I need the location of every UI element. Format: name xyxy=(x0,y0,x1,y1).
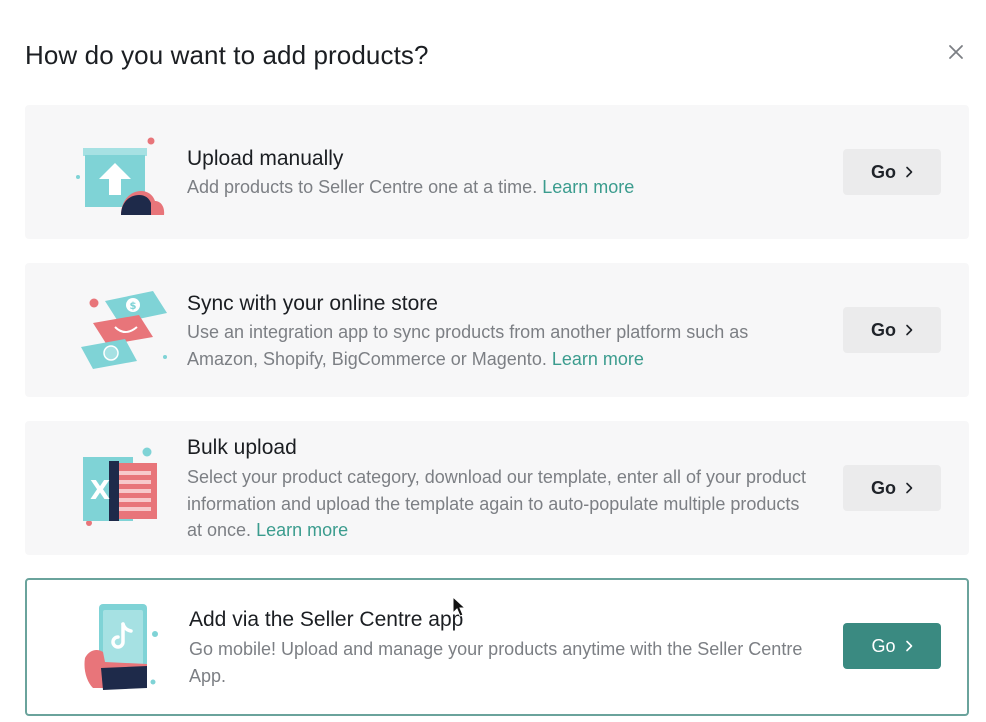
option-description: Use an integration app to sync products … xyxy=(187,319,807,372)
description-text: Use an integration app to sync products … xyxy=(187,322,749,369)
dialog-title: How do you want to add products? xyxy=(25,40,429,70)
sync-store-illustration: $ xyxy=(75,283,171,379)
spreadsheet-illustration: X xyxy=(75,441,171,537)
add-products-dialog: How do you want to add products? Upload … xyxy=(0,0,986,722)
option-description: Go mobile! Upload and manage your produc… xyxy=(189,636,809,689)
close-icon xyxy=(949,45,963,59)
option-seller-centre-app[interactable]: Add via the Seller Centre app Go mobile!… xyxy=(25,578,969,716)
go-button[interactable]: Go xyxy=(843,149,941,195)
option-title: Add via the Seller Centre app xyxy=(189,608,464,631)
option-title: Sync with your online store xyxy=(187,292,438,315)
learn-more-link[interactable]: Learn more xyxy=(542,177,634,197)
go-button-label: Go xyxy=(871,319,896,340)
chevron-right-icon xyxy=(905,640,912,652)
option-sync-online-store[interactable]: $ Sync with your online store Use an int… xyxy=(25,263,969,397)
option-bulk-upload[interactable]: X Bulk upload Select your product catego… xyxy=(25,421,969,555)
go-button[interactable]: Go xyxy=(843,307,941,353)
learn-more-link[interactable]: Learn more xyxy=(552,349,644,369)
upload-box-illustration xyxy=(75,131,171,227)
option-description: Add products to Seller Centre one at a t… xyxy=(187,174,807,201)
option-upload-manually[interactable]: Upload manually Add products to Seller C… xyxy=(25,105,969,239)
mouse-cursor-icon xyxy=(452,596,466,617)
go-button-label: Go xyxy=(871,635,896,656)
go-button[interactable]: Go xyxy=(843,465,941,511)
chevron-right-icon xyxy=(906,166,913,178)
svg-text:X: X xyxy=(90,476,110,506)
option-title: Upload manually xyxy=(187,147,344,170)
svg-text:$: $ xyxy=(130,301,137,312)
close-button[interactable] xyxy=(942,38,970,66)
description-text: Add products to Seller Centre one at a t… xyxy=(187,177,538,197)
option-title: Bulk upload xyxy=(187,436,297,459)
go-button[interactable]: Go xyxy=(843,623,941,669)
learn-more-link[interactable]: Learn more xyxy=(256,520,348,540)
go-button-label: Go xyxy=(871,161,896,182)
description-text: Go mobile! Upload and manage your produc… xyxy=(189,639,803,686)
chevron-right-icon xyxy=(906,324,913,336)
go-button-label: Go xyxy=(871,477,896,498)
chevron-right-icon xyxy=(906,482,913,494)
mobile-app-illustration xyxy=(75,602,171,698)
option-description: Select your product category, download o… xyxy=(187,464,807,544)
